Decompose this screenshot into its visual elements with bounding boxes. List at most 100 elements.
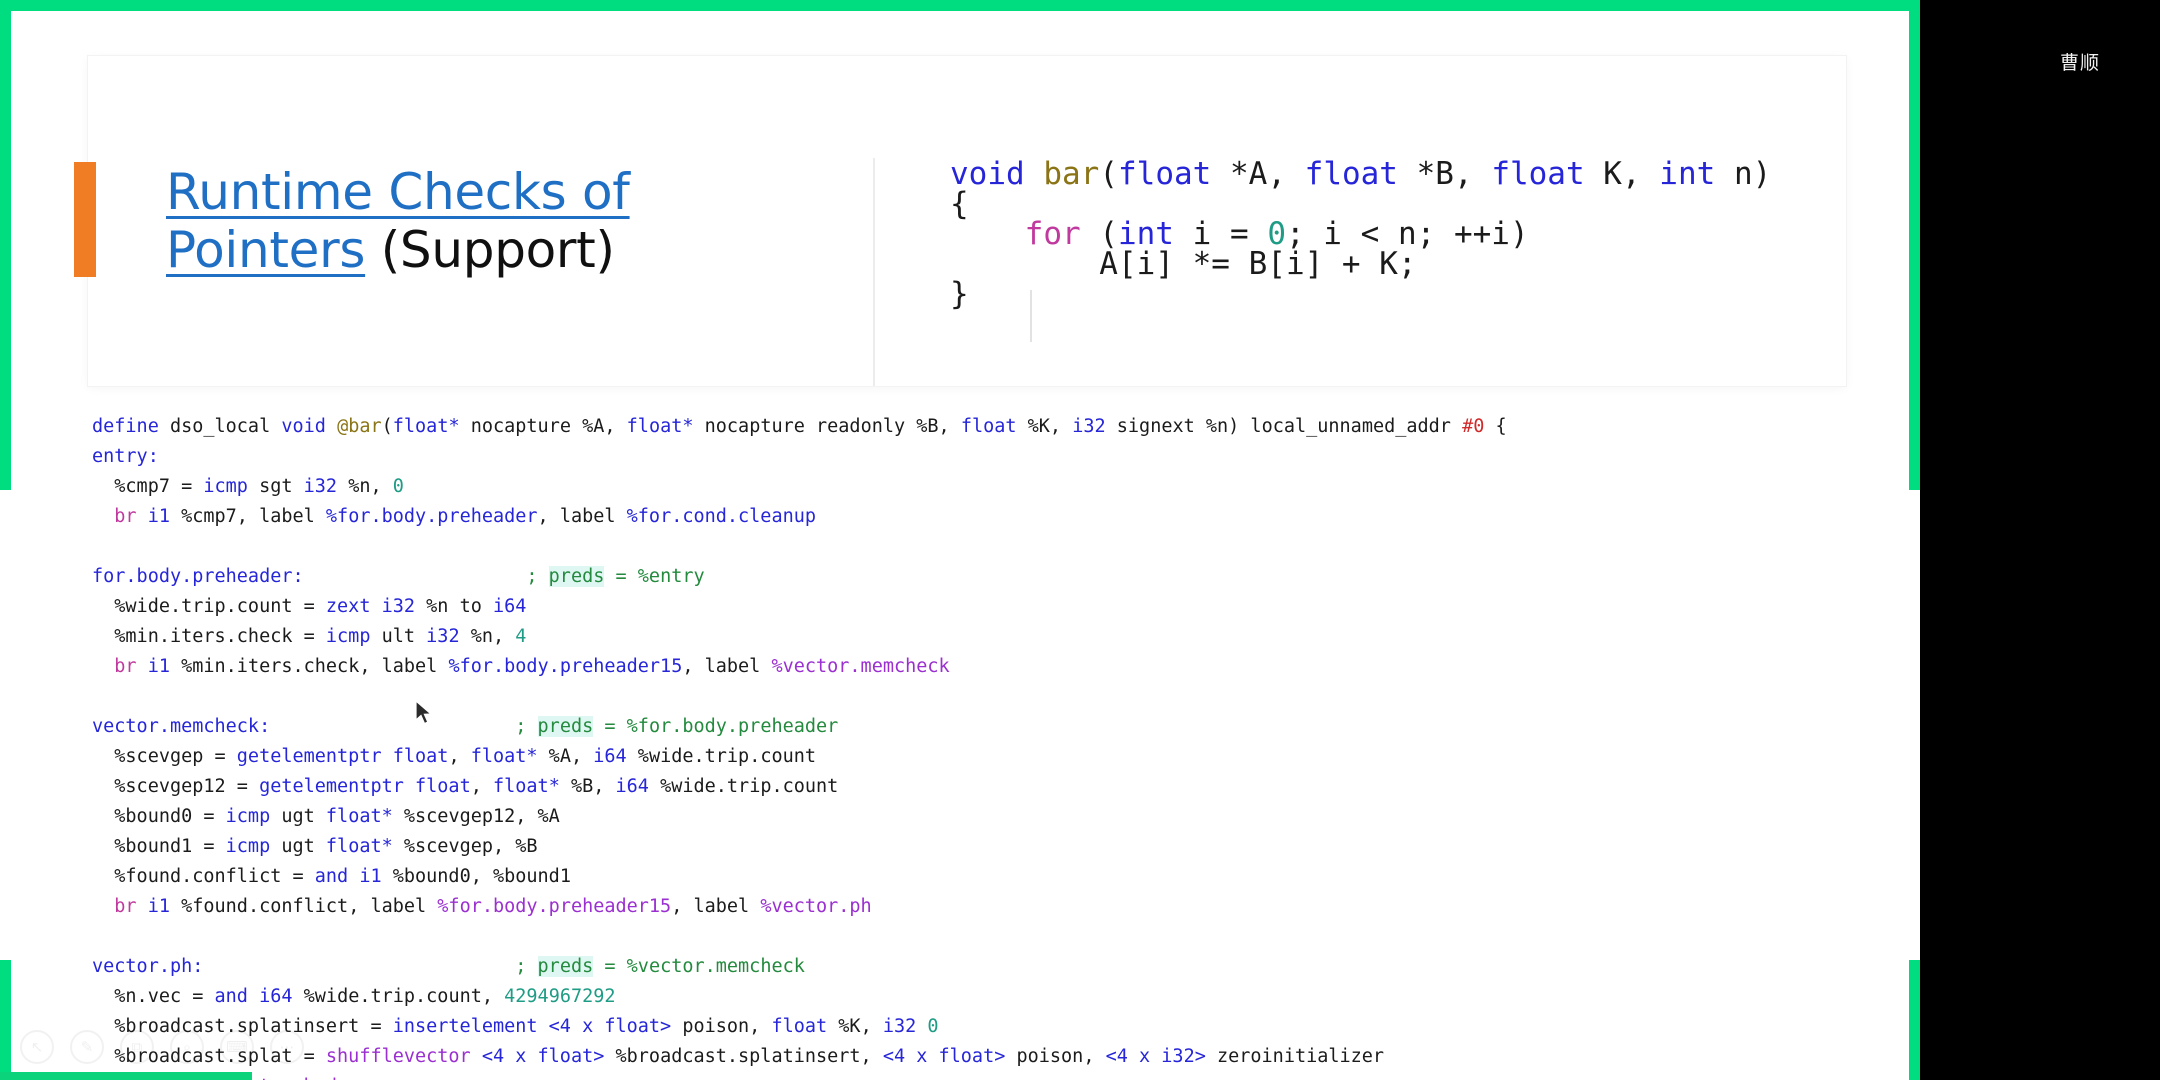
code-token: br [114, 656, 137, 677]
ir-code-line: for.body.preheader: ; preds = %entry [92, 562, 1507, 592]
code-token: i1 [147, 656, 170, 677]
code-token: %n.vec = [92, 986, 215, 1007]
c-indent-guide [1030, 290, 1032, 342]
code-token: float [1491, 156, 1585, 192]
slide-progress-track[interactable] [0, 1072, 1920, 1080]
code-token: insertelement [392, 1016, 538, 1037]
code-token: i64 [493, 596, 527, 617]
code-token: sgt [247, 476, 304, 497]
ir-code-line: %found.conflict = and i1 %bound0, %bound… [92, 862, 1507, 892]
code-token: float [960, 416, 1017, 437]
ir-code-line: define dso_local void @bar(float* nocapt… [92, 412, 1507, 442]
code-token: <4 x float> [548, 1016, 672, 1037]
code-token: poison, [1005, 1046, 1106, 1067]
code-token: , [448, 746, 471, 767]
pointer-icon[interactable]: ↖ [20, 1030, 54, 1064]
code-token: zext [325, 596, 371, 617]
code-token: ugt [270, 836, 326, 857]
code-token: float [392, 746, 449, 767]
code-token: *A, [1211, 156, 1305, 192]
code-token: = %vector.memcheck [593, 956, 805, 977]
code-token: 4294967292 [504, 986, 616, 1007]
code-token: icmp [225, 806, 271, 827]
code-token: ; [526, 566, 549, 587]
code-token: ugt [270, 806, 326, 827]
slide-progress-fill [0, 1072, 252, 1080]
ir-code-line: %n.vec = and i64 %wide.trip.count, 42949… [92, 982, 1507, 1012]
page-title-suffix: (Support) [365, 221, 615, 279]
ir-code-line: %broadcast.splat = shufflevector <4 x fl… [92, 1042, 1507, 1072]
code-token: <4 x float> [882, 1046, 1006, 1067]
code-token: <4 x i32> [1105, 1046, 1206, 1067]
magnifier-icon[interactable]: ⌕ [170, 1030, 204, 1064]
code-token: ult [370, 626, 427, 647]
pen-icon[interactable]: ✎ [70, 1030, 104, 1064]
llvm-ir-listing: define dso_local void @bar(float* nocapt… [92, 412, 1507, 1080]
presenter-name: 曹顺 [2059, 52, 2100, 74]
code-token: signext %n) local_unnamed_addr [1105, 416, 1463, 437]
code-token: %bound0, %bound1 [381, 866, 571, 887]
code-token: %broadcast.splatinsert, [604, 1046, 883, 1067]
code-token: float* [392, 416, 460, 437]
slide-canvas: Runtime Checks of Pointers (Support) voi… [0, 0, 1920, 1080]
code-token: preds [537, 956, 594, 977]
code-token: #0 [1462, 416, 1485, 437]
code-token: i64 [259, 986, 293, 1007]
code-token: %min.iters.check = [92, 626, 326, 647]
code-token: nocapture %A, [459, 416, 627, 437]
code-token: %bound0 = [92, 806, 226, 827]
code-token: n) [1715, 156, 1772, 192]
code-token: %scevgep, %B [392, 836, 538, 857]
keyboard-icon[interactable]: ⌨ [220, 1030, 254, 1064]
ir-code-line [92, 922, 1507, 952]
code-token: and [214, 986, 248, 1007]
code-token: %vector.memcheck [771, 656, 950, 677]
more-icon[interactable]: ⋯ [270, 1030, 304, 1064]
code-token: %for.cond.cleanup [626, 506, 817, 527]
ir-code-line: vector.ph: ; preds = %vector.memcheck [92, 952, 1507, 982]
code-token: float* [626, 416, 694, 437]
code-token: icmp [203, 476, 248, 497]
capture-frame-top [0, 0, 1920, 11]
code-token: i32 [1072, 416, 1106, 437]
header-divider [873, 158, 875, 386]
code-token: i32 [381, 596, 416, 617]
code-token: dso_local [158, 416, 282, 437]
code-token: @bar [337, 416, 382, 437]
code-token: %wide.trip.count = [92, 596, 326, 617]
title-zone: Runtime Checks of Pointers (Support) [74, 56, 788, 386]
code-token: %K, [827, 1016, 883, 1037]
code-token: shufflevector [325, 1046, 471, 1067]
code-token: ( [1099, 156, 1118, 192]
code-token: icmp [225, 836, 271, 857]
code-token: %for.body.preheader15 [437, 896, 672, 917]
ir-code-line: br i1 %found.conflict, label %for.body.p… [92, 892, 1507, 922]
code-token: %for.body.preheader [325, 506, 538, 527]
code-token: = %for.body.preheader [593, 716, 839, 737]
code-token: } [950, 276, 969, 312]
code-token: int [1659, 156, 1716, 192]
code-token: = %entry [604, 566, 705, 587]
copy-icon[interactable]: ⧉ [120, 1030, 154, 1064]
c-source-code: void bar(float *A, float *B, float K, in… [950, 152, 1772, 312]
code-token: float [415, 776, 471, 797]
code-token: %scevgep = [92, 746, 237, 767]
code-token: *B, [1397, 156, 1492, 192]
presentation-toolbar[interactable]: ↖ ✎ ⧉ ⌕ ⌨ ⋯ [20, 1030, 304, 1064]
code-token: nocapture readonly %B, [693, 416, 961, 437]
page-title: Runtime Checks of Pointers (Support) [166, 163, 788, 280]
capture-frame-bottom-right-corner [1909, 960, 1920, 1080]
code-token: 0 [392, 476, 404, 497]
ir-code-line: %min.iters.check = icmp ult i32 %n, 4 [92, 622, 1507, 652]
code-token: , label [537, 506, 627, 527]
